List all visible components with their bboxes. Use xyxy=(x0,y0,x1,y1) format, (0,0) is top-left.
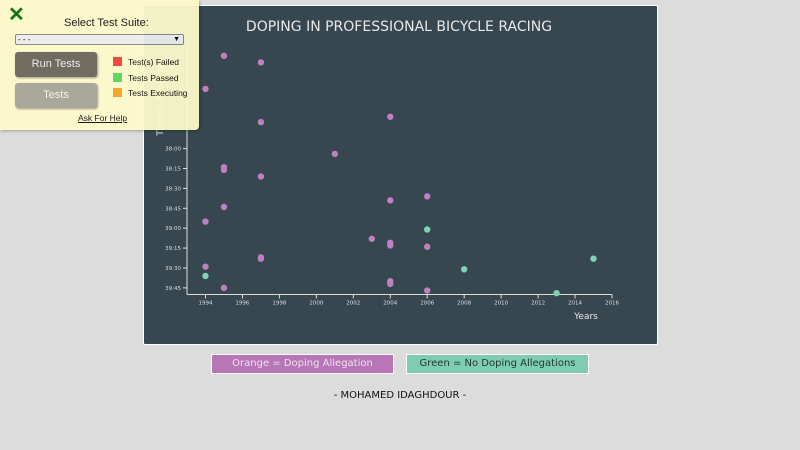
test-suite-select[interactable]: - - - ▼ xyxy=(15,34,184,45)
status-executing: Tests Executing xyxy=(113,88,188,98)
x-tick-label: 2004 xyxy=(383,301,397,307)
data-point-doping xyxy=(220,284,228,292)
ask-for-help-link[interactable]: Ask For Help xyxy=(78,113,127,123)
x-tick-label: 2006 xyxy=(420,301,434,307)
x-axis-label: Years xyxy=(573,312,598,322)
y-tick-label: 38:15 xyxy=(165,167,181,173)
data-point-doping xyxy=(220,52,228,59)
select-value: - - - xyxy=(18,35,31,44)
data-point-doping xyxy=(257,173,265,180)
x-tick-label: 2014 xyxy=(568,301,582,307)
red-square-icon xyxy=(113,57,122,66)
data-point-doping xyxy=(424,193,431,200)
test-panel: ✕ Select Test Suite: - - - ▼ Run Tests Te… xyxy=(0,0,199,130)
green-square-icon xyxy=(113,73,122,82)
x-tick-label: 1998 xyxy=(272,301,286,307)
status-passed: Tests Passed xyxy=(113,73,179,83)
author-credit: - MOHAMED IDAGHDOUR - xyxy=(333,390,467,401)
data-point-clean xyxy=(460,266,468,273)
data-point-doping xyxy=(424,287,431,294)
data-point-doping xyxy=(387,242,394,249)
data-point-doping xyxy=(202,263,209,270)
data-point-doping xyxy=(220,166,228,174)
chart-title: DOPING IN PROFESSIONAL BICYCLE RACING xyxy=(246,19,552,35)
status-failed: Test(s) Failed xyxy=(113,57,179,67)
x-tick-label: 2016 xyxy=(605,301,619,307)
x-tick-label: 2012 xyxy=(531,301,545,307)
y-tick-label: 38:00 xyxy=(165,147,181,153)
y-tick-label: 39:00 xyxy=(165,226,181,232)
legend-clean: Green = No Doping Allegations xyxy=(406,354,589,374)
x-tick-label: 2000 xyxy=(309,301,323,307)
data-point-clean xyxy=(202,272,209,280)
data-point-doping xyxy=(202,85,209,93)
data-point-doping xyxy=(387,280,394,288)
close-icon[interactable]: ✕ xyxy=(8,2,25,27)
x-tick-label: 1996 xyxy=(235,301,249,307)
y-tick-label: 39:30 xyxy=(165,266,181,272)
y-tick-label: 39:45 xyxy=(165,286,181,292)
suite-label: Select Test Suite: xyxy=(64,17,149,29)
x-tick-label: 1994 xyxy=(198,301,212,307)
data-point-clean xyxy=(590,255,597,262)
data-point-clean xyxy=(553,289,560,297)
data-point-doping xyxy=(331,150,339,158)
run-tests-button[interactable]: Run Tests xyxy=(15,52,97,77)
data-point-doping xyxy=(257,59,265,66)
data-point-doping xyxy=(257,118,265,126)
y-tick-label: 38:30 xyxy=(165,186,181,192)
data-point-doping xyxy=(220,203,228,211)
legend-doping: Orange = Doping Allegation xyxy=(211,354,394,374)
orange-square-icon xyxy=(113,88,122,97)
data-point-doping xyxy=(387,113,394,120)
data-point-doping xyxy=(424,243,431,250)
y-tick-label: 39:15 xyxy=(165,246,181,252)
data-point-doping xyxy=(387,197,394,204)
data-point-clean xyxy=(424,226,431,233)
data-point-doping xyxy=(202,218,209,225)
x-tick-label: 2008 xyxy=(457,301,471,307)
x-tick-label: 2010 xyxy=(494,301,508,307)
data-point-doping xyxy=(368,235,375,242)
x-tick-label: 2002 xyxy=(346,301,360,307)
data-point-doping xyxy=(257,255,265,262)
y-tick-label: 38:45 xyxy=(165,206,181,212)
chevron-down-icon: ▼ xyxy=(173,36,180,43)
tests-button[interactable]: Tests xyxy=(15,83,97,108)
